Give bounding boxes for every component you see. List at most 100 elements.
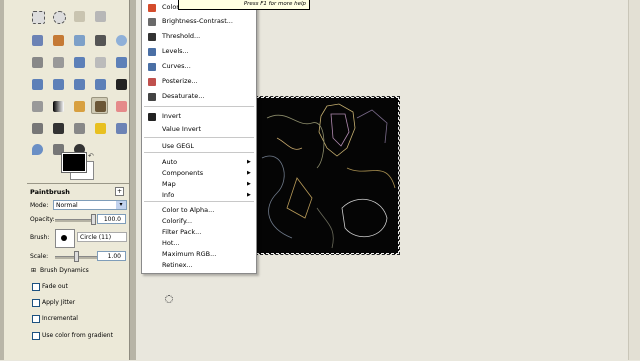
menu-item-label: Value Invert bbox=[162, 125, 202, 133]
menu-item-label: Map bbox=[162, 180, 176, 188]
menu-item-retinex[interactable]: Retinex... bbox=[142, 260, 256, 271]
clone-tool[interactable] bbox=[71, 120, 88, 137]
menu-item-label: Components bbox=[162, 169, 204, 177]
menu-item-label: Hot... bbox=[162, 239, 180, 247]
desaturate-icon bbox=[148, 93, 156, 101]
perspective-clone-tool[interactable] bbox=[113, 120, 130, 137]
use-color-gradient-checkbox[interactable] bbox=[32, 332, 40, 340]
submenu-arrow-icon: ▶ bbox=[247, 159, 251, 165]
tool-options-title: Paintbrush bbox=[30, 188, 70, 196]
scale-slider-handle[interactable] bbox=[74, 251, 79, 262]
menu-item-auto[interactable]: Auto ▶ bbox=[142, 157, 256, 168]
foreground-select-tool[interactable] bbox=[50, 32, 67, 49]
menu-separator bbox=[144, 106, 254, 107]
brush-preview[interactable] bbox=[55, 229, 75, 248]
levels-icon bbox=[148, 48, 156, 56]
fuzzy-select-tool[interactable] bbox=[92, 8, 109, 25]
toolbox-right-frame[interactable] bbox=[129, 0, 136, 360]
panel-menu-button[interactable]: + bbox=[115, 187, 124, 196]
menu-item-desaturate[interactable]: Desaturate... bbox=[142, 91, 256, 102]
opacity-slider[interactable] bbox=[55, 219, 95, 222]
menu-item-label: Posterize... bbox=[162, 77, 198, 85]
scale-tool[interactable] bbox=[29, 76, 46, 93]
measure-tool[interactable] bbox=[29, 54, 46, 71]
submenu-arrow-icon: ▶ bbox=[247, 170, 251, 176]
swap-colors-icon[interactable]: ↶ bbox=[88, 152, 94, 160]
menu-item-maximum-rgb[interactable]: Maximum RGB... bbox=[142, 249, 256, 260]
incremental-label[interactable]: Incremental bbox=[42, 315, 78, 322]
posterize-icon bbox=[148, 78, 156, 86]
incremental-checkbox[interactable] bbox=[32, 315, 40, 323]
color-swatches: ↶ bbox=[60, 151, 100, 185]
crop-tool[interactable] bbox=[92, 54, 109, 71]
menu-item-brightness-contrast[interactable]: Brightness-Contrast... bbox=[142, 16, 256, 27]
image-content bbox=[261, 103, 396, 249]
flip-tool[interactable] bbox=[92, 76, 109, 93]
brush-name-field[interactable]: Circle (11) bbox=[77, 232, 127, 242]
rect-select-tool[interactable] bbox=[29, 8, 46, 25]
opacity-spinbox[interactable]: 100.0 bbox=[97, 214, 126, 224]
threshold-icon bbox=[148, 33, 156, 41]
eraser-tool[interactable] bbox=[113, 98, 130, 115]
menu-item-info[interactable]: Info ▶ bbox=[142, 190, 256, 201]
submenu-arrow-icon: ▶ bbox=[247, 192, 251, 198]
menu-item-filter-pack[interactable]: Filter Pack... bbox=[142, 227, 256, 238]
menu-item-components[interactable]: Components ▶ bbox=[142, 168, 256, 179]
blur-tool[interactable] bbox=[29, 141, 46, 158]
menu-item-map[interactable]: Map ▶ bbox=[142, 179, 256, 190]
scale-spinbox[interactable]: 1.00 bbox=[97, 251, 126, 261]
menu-item-label: Maximum RGB... bbox=[162, 250, 217, 258]
color-balance-icon bbox=[148, 4, 156, 12]
heal-tool[interactable] bbox=[92, 120, 109, 137]
ellipse-select-tool[interactable] bbox=[50, 8, 67, 25]
ink-tool[interactable] bbox=[50, 120, 67, 137]
menu-separator bbox=[144, 152, 254, 153]
menu-item-use-gegl[interactable]: Use GEGL bbox=[142, 141, 256, 152]
foreground-color-swatch[interactable] bbox=[62, 153, 86, 172]
text-tool[interactable] bbox=[113, 76, 130, 93]
bucket-fill-tool[interactable] bbox=[29, 98, 46, 115]
menu-item-label: Curves... bbox=[162, 62, 191, 70]
rotate-tool[interactable] bbox=[113, 54, 130, 71]
mode-combo[interactable]: Normal ▾ bbox=[53, 200, 127, 210]
perspective-tool[interactable] bbox=[71, 76, 88, 93]
menu-item-hot[interactable]: Hot... bbox=[142, 238, 256, 249]
zoom-tool[interactable] bbox=[113, 32, 130, 49]
align-tool[interactable] bbox=[71, 54, 88, 71]
brightness-contrast-icon bbox=[148, 18, 156, 26]
toolbox-left-frame bbox=[0, 0, 4, 360]
free-select-tool[interactable] bbox=[71, 8, 88, 25]
shear-tool[interactable] bbox=[50, 76, 67, 93]
paintbrush-tool[interactable] bbox=[91, 97, 108, 114]
menu-separator bbox=[144, 201, 254, 202]
brush-dynamics-label[interactable]: Brush Dynamics bbox=[40, 267, 89, 274]
menu-item-label: Desaturate... bbox=[162, 92, 205, 100]
menu-item-label: Use GEGL bbox=[162, 142, 195, 150]
menu-item-label: Color to Alpha... bbox=[162, 206, 215, 214]
move-tool[interactable] bbox=[50, 54, 67, 71]
menu-item-curves[interactable]: Curves... bbox=[142, 61, 256, 72]
opacity-slider-handle[interactable] bbox=[91, 214, 96, 225]
airbrush-tool[interactable] bbox=[29, 120, 46, 137]
menu-item-threshold[interactable]: Threshold... bbox=[142, 31, 256, 42]
pencil-tool[interactable] bbox=[71, 98, 88, 115]
use-color-gradient-label[interactable]: Use color from gradient bbox=[42, 332, 113, 339]
apply-jitter-label[interactable]: Apply Jitter bbox=[42, 299, 75, 306]
menu-item-colorify[interactable]: Colorify... bbox=[142, 216, 256, 227]
menu-item-value-invert[interactable]: Value Invert bbox=[142, 124, 256, 135]
image-canvas[interactable] bbox=[255, 96, 400, 255]
expander-icon[interactable]: ⊞ bbox=[31, 267, 36, 274]
menu-item-posterize[interactable]: Posterize... bbox=[142, 76, 256, 87]
fade-out-label[interactable]: Fade out bbox=[42, 283, 68, 290]
menu-item-levels[interactable]: Levels... bbox=[142, 46, 256, 57]
menu-item-color-to-alpha[interactable]: Color to Alpha... bbox=[142, 205, 256, 216]
paths-tool[interactable] bbox=[71, 32, 88, 49]
apply-jitter-checkbox[interactable] bbox=[32, 299, 40, 307]
color-picker-tool[interactable] bbox=[92, 32, 109, 49]
menu-item-invert[interactable]: Invert bbox=[142, 111, 256, 122]
menu-item-label: Threshold... bbox=[162, 32, 201, 40]
fade-out-checkbox[interactable] bbox=[32, 283, 40, 291]
scissors-select-tool[interactable] bbox=[29, 32, 46, 49]
blend-tool[interactable] bbox=[50, 98, 67, 115]
brush-label: Brush: bbox=[30, 234, 50, 241]
